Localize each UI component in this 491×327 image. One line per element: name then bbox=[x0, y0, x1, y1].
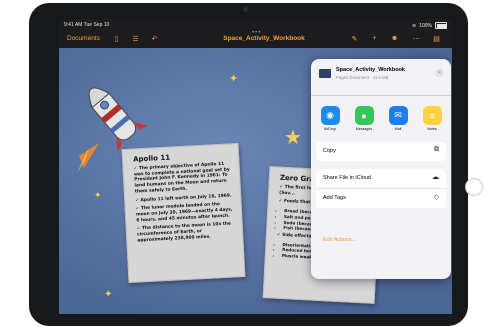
format-icon[interactable]: ▤ bbox=[431, 33, 442, 44]
airdrop-icon: ◉ bbox=[320, 106, 340, 125]
action-group-copy: Copy ⧉ bbox=[316, 142, 446, 161]
apollo-11-card[interactable]: Apollo 11 ✓ The primary objective of Apo… bbox=[121, 143, 246, 283]
mail-icon: ✉ bbox=[388, 106, 408, 125]
status-time: 9:41 AM Tue Sep 10 bbox=[64, 22, 110, 28]
documents-button[interactable]: Documents bbox=[67, 35, 100, 42]
wifi-icon: ≋ bbox=[412, 22, 417, 29]
star-icon: ✦ bbox=[104, 289, 113, 300]
sidebar-icon[interactable]: ▯ bbox=[111, 33, 122, 44]
action-label: Add Tags bbox=[323, 195, 346, 201]
messages-icon: ● bbox=[354, 106, 374, 125]
action-label: Copy bbox=[323, 148, 336, 154]
battery-icon bbox=[435, 22, 447, 29]
plus-icon[interactable]: + bbox=[369, 33, 380, 44]
app-label: Messages bbox=[355, 127, 373, 131]
share-app-notes[interactable]: ≡ Notes bbox=[417, 97, 447, 137]
status-bar: 9:41 AM Tue Sep 10 ≋ 100% bbox=[59, 19, 452, 30]
app-label: Notes bbox=[427, 127, 437, 131]
toolbar: ••• Documents ▯ ☰ ↶ Space_Activity_Workb… bbox=[59, 30, 452, 48]
add-tags-action[interactable]: Add Tags ◇ bbox=[316, 189, 446, 208]
share-app-messages[interactable]: ● Messages bbox=[349, 97, 379, 137]
share-app-mail[interactable]: ✉ Mail bbox=[383, 97, 413, 137]
document-title[interactable]: Space_Activity_Workbook bbox=[209, 35, 319, 42]
share-sheet-header: Space_Activity_Workbook Pages Document ·… bbox=[311, 59, 451, 96]
collaborate-icon[interactable]: ☻ bbox=[389, 33, 400, 44]
icloud-share-icon: ☁ bbox=[432, 174, 439, 181]
edit-actions-link[interactable]: Edit Actions... bbox=[323, 237, 356, 243]
share-file-name: Space_Activity_Workbook bbox=[336, 67, 405, 73]
close-icon[interactable]: ✕ bbox=[435, 68, 444, 77]
copy-action[interactable]: Copy ⧉ bbox=[316, 142, 446, 161]
card-item: ✓ The distance to the moon is 10x the ci… bbox=[136, 222, 232, 244]
share-sheet: Space_Activity_Workbook Pages Document ·… bbox=[311, 59, 451, 279]
card-item: ✓ The lunar module landed on the moon on… bbox=[135, 202, 233, 224]
battery-percent: 100% bbox=[419, 22, 432, 29]
action-group-share: Share File in iCloud ☁ Add Tags ◇ bbox=[316, 169, 446, 208]
share-app-row: ◉AirDrop●Messages✉Mail≡Notes•Re... bbox=[311, 97, 451, 137]
app-label: Mail bbox=[394, 127, 402, 131]
document-thumbnail bbox=[319, 69, 331, 78]
app-label: AirDrop bbox=[323, 127, 337, 131]
more-icon[interactable]: ⋯ bbox=[411, 33, 422, 44]
undo-icon[interactable]: ↶ bbox=[149, 33, 160, 44]
brush-icon[interactable]: ✎ bbox=[349, 33, 360, 44]
star-icon: ✦ bbox=[94, 190, 102, 200]
share-icloud-action[interactable]: Share File in iCloud ☁ bbox=[316, 169, 446, 189]
battery-fill bbox=[436, 23, 446, 28]
notes-icon: ≡ bbox=[422, 106, 442, 125]
share-app-airdrop[interactable]: ◉ AirDrop bbox=[315, 97, 345, 137]
action-label: Share File in iCloud bbox=[323, 175, 371, 181]
share-file-subtitle: Pages Document · 11.6 MB bbox=[336, 75, 389, 80]
star-icon: ✦ bbox=[229, 73, 239, 85]
card-item: ✓ The primary objective of Apollo 11 was… bbox=[133, 161, 230, 195]
star-icon: ★ bbox=[284, 127, 302, 149]
tag-icon: ◇ bbox=[433, 194, 439, 201]
home-button[interactable] bbox=[465, 178, 483, 196]
list-icon[interactable]: ☰ bbox=[130, 33, 141, 44]
ipad-screen: 9:41 AM Tue Sep 10 ≋ 100% ••• Documents … bbox=[59, 19, 452, 314]
front-camera bbox=[243, 7, 248, 12]
copy-icon: ⧉ bbox=[434, 146, 439, 153]
status-right: ≋ 100% bbox=[412, 22, 447, 29]
